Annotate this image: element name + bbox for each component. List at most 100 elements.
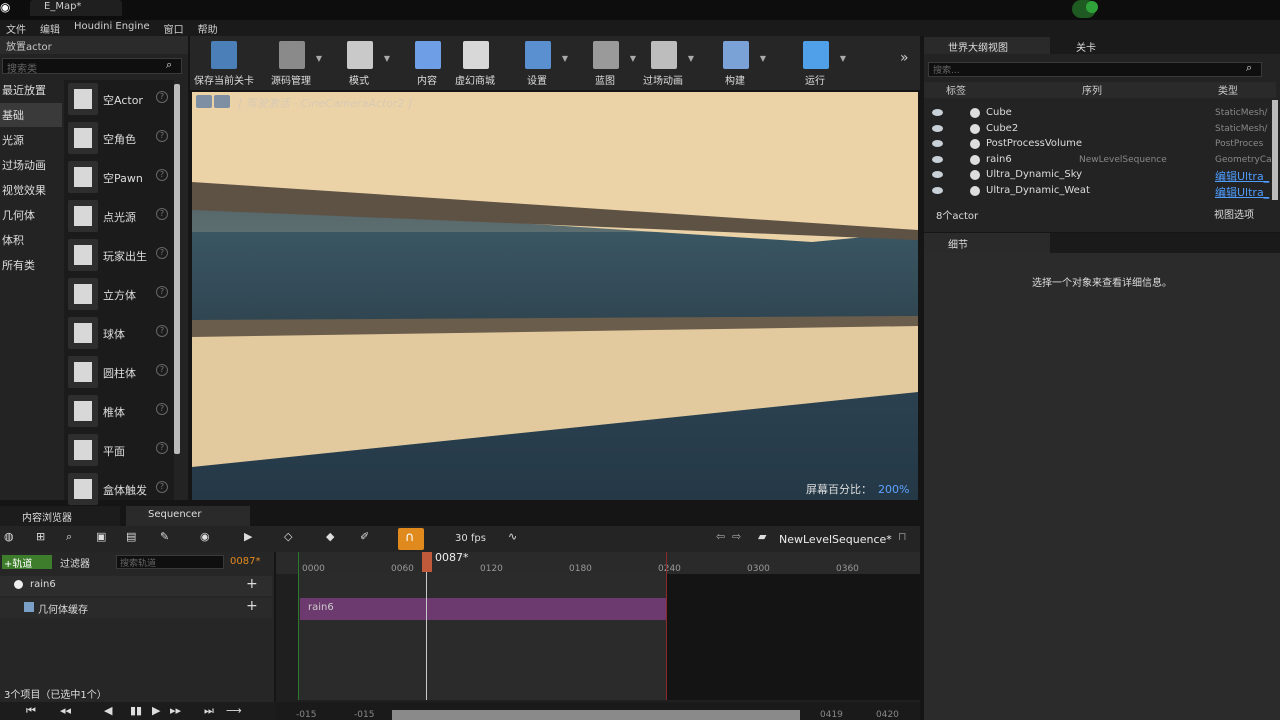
place-actor-item[interactable]: 玩家出生? (64, 236, 174, 275)
place-actor-search-input[interactable]: 搜索类 (2, 58, 182, 75)
view-range-end[interactable]: 0420 (876, 710, 899, 720)
folder-icon[interactable]: ▰ (758, 530, 776, 548)
filter-button[interactable]: 过滤器 (60, 555, 90, 570)
help-icon[interactable]: ? (156, 286, 168, 298)
save-level-button[interactable]: 保存当前关卡 (194, 38, 254, 88)
jump-end-icon[interactable]: ⏭ (204, 704, 214, 718)
view-options-button[interactable]: 视图选项 (1214, 206, 1254, 221)
help-icon[interactable]: ? (156, 325, 168, 337)
loop-icon[interactable]: ⟶ (226, 704, 242, 717)
clapper-icon[interactable]: ▤ (126, 530, 144, 548)
help-icon[interactable]: ? (156, 481, 168, 493)
toolbar-more-icon[interactable]: » (900, 50, 909, 66)
wrench-icon[interactable]: ✎ (160, 530, 178, 548)
play-icon[interactable]: ▶ (244, 530, 262, 548)
dropdown-caret-icon[interactable]: ▼ (760, 54, 766, 63)
outliner-search-input[interactable]: 搜索... (928, 62, 1262, 77)
level-tab[interactable]: E_Map* (30, 0, 122, 16)
dropdown-caret-icon[interactable]: ▼ (688, 54, 694, 63)
menu-window[interactable]: 窗口 (158, 20, 192, 36)
outliner-row[interactable]: Cube2 StaticMesh/ (924, 122, 1272, 137)
working-range-end[interactable]: 0419 (820, 710, 843, 720)
tab-sequencer[interactable]: Sequencer (126, 506, 250, 526)
playback-start-marker[interactable] (298, 552, 299, 700)
place-actor-item[interactable]: 空Pawn? (64, 158, 174, 197)
outliner-row[interactable]: PostProcessVolume PostProces (924, 137, 1272, 152)
category-all-classes[interactable]: 所有类 (0, 253, 62, 277)
column-sequence[interactable]: 序列 (986, 82, 1204, 98)
help-icon[interactable]: ? (156, 247, 168, 259)
geometry-cache-section[interactable]: rain6 (300, 598, 666, 620)
place-actor-tab[interactable]: 放置actor (0, 36, 188, 54)
visibility-eye-icon[interactable] (932, 171, 943, 179)
reverse-play-icon[interactable]: ◀ (104, 704, 112, 717)
settings-button[interactable]: 设置 ▼ (508, 38, 568, 88)
add-key-icon[interactable]: + (246, 598, 258, 614)
outliner-scrollbar[interactable] (1272, 100, 1278, 200)
place-actor-item[interactable]: 椎体? (64, 392, 174, 431)
menu-edit[interactable]: 编辑 (34, 20, 68, 36)
timeline-scroll-thumb[interactable] (392, 710, 800, 720)
render-movie-icon[interactable]: ▣ (96, 530, 114, 548)
help-icon[interactable]: ? (156, 364, 168, 376)
menu-houdini[interactable]: Houdini Engine (68, 20, 158, 36)
playhead-line[interactable] (426, 552, 427, 700)
fps-dropdown[interactable]: 30 fps (455, 533, 486, 544)
key-icon[interactable]: ◇ (284, 530, 302, 548)
outliner-row-type[interactable]: 编辑Ultra_ (1215, 168, 1273, 184)
pause-icon[interactable]: ▮▮ (130, 704, 142, 717)
forward-arrow-icon[interactable]: ⇨ (732, 530, 750, 548)
menu-help[interactable]: 帮助 (192, 20, 226, 36)
category-lights[interactable]: 光源 (0, 128, 62, 152)
outliner-row-type[interactable]: 编辑Ultra_ (1215, 184, 1273, 200)
place-actor-item[interactable]: 圆柱体? (64, 353, 174, 392)
viewport-options-icons[interactable] (196, 95, 236, 109)
category-recent[interactable]: 最近放置 (0, 78, 62, 102)
dropdown-caret-icon[interactable]: ▼ (316, 54, 322, 63)
help-icon[interactable]: ? (156, 403, 168, 415)
world-icon[interactable]: ◍ (4, 530, 22, 548)
working-range-start[interactable]: -015 (354, 710, 374, 720)
play-button[interactable]: 运行 ▼ (786, 38, 846, 88)
search-icon[interactable]: ⌕ (66, 530, 84, 548)
help-icon[interactable]: ? (156, 130, 168, 142)
help-icon[interactable]: ? (156, 91, 168, 103)
place-actor-item[interactable]: 空Actor? (64, 80, 174, 119)
search-icon[interactable]: ⌕ (166, 58, 180, 74)
category-geometry[interactable]: 几何体 (0, 203, 62, 227)
help-icon[interactable]: ? (156, 208, 168, 220)
add-track-button[interactable]: +轨道 (2, 555, 52, 570)
track-row-rain6[interactable]: rain6 + (0, 576, 272, 596)
playback-end-marker[interactable] (666, 552, 667, 700)
actor-list-scrollbar[interactable] (174, 84, 180, 454)
help-icon[interactable]: ? (156, 169, 168, 181)
visibility-eye-icon[interactable] (932, 187, 943, 194)
track-search-input[interactable]: 搜索轨道 (116, 555, 224, 569)
sequence-name[interactable]: NewLevelSequence* (779, 533, 892, 546)
visibility-eye-icon[interactable] (932, 109, 943, 116)
source-control-button[interactable]: 源码管理 ▼ (262, 38, 322, 88)
add-subtrack-icon[interactable]: + (246, 576, 258, 592)
help-icon[interactable]: ? (156, 442, 168, 454)
next-key-icon[interactable]: ▸▸ (170, 704, 181, 717)
tab-details[interactable]: 细节 (924, 233, 1050, 253)
play-forward-icon[interactable]: ▶ (152, 704, 160, 717)
build-button[interactable]: 构建 ▼ (706, 38, 766, 88)
dropdown-caret-icon[interactable]: ▼ (562, 54, 568, 63)
marketplace-button[interactable]: 虚幻商城 (446, 38, 504, 88)
outliner-row[interactable]: Cube StaticMesh/ (924, 106, 1272, 121)
category-visual-effects[interactable]: 视觉效果 (0, 178, 62, 202)
screen-percentage-value[interactable]: 200% (878, 483, 909, 496)
marker-icon[interactable]: ◆ (326, 530, 344, 548)
prev-key-icon[interactable]: ◂◂ (60, 704, 71, 717)
level-viewport[interactable] (192, 92, 918, 500)
dropdown-caret-icon[interactable]: ▼ (384, 54, 390, 63)
visibility-eye-icon[interactable] (932, 140, 943, 148)
menu-file[interactable]: 文件 (0, 20, 34, 36)
add-camera-icon[interactable]: ⊞ (36, 530, 54, 548)
visibility-eye-icon[interactable] (932, 124, 943, 132)
dropdown-caret-icon[interactable]: ▼ (840, 54, 846, 63)
tab-levels[interactable]: 关卡 (1052, 37, 1152, 54)
search-icon[interactable]: ⌕ (1246, 61, 1252, 75)
visibility-icon[interactable]: ◉ (200, 530, 218, 548)
